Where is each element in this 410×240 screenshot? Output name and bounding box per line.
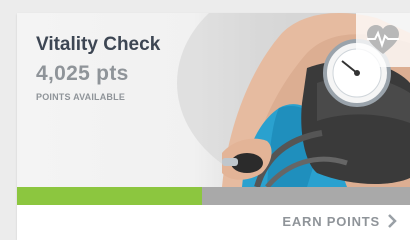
- progress-fill: [17, 187, 202, 205]
- earn-points-label: EARN POINTS: [282, 213, 380, 229]
- earn-points-link[interactable]: EARN POINTS: [282, 213, 398, 229]
- points-value: 4,025 pts: [36, 62, 129, 85]
- card-footer: EARN POINTS: [17, 205, 410, 240]
- hero-image: Vitality Check 4,025 pts POINTS AVAILABL…: [17, 13, 410, 187]
- points-caption: POINTS AVAILABLE: [36, 92, 126, 102]
- progress-bar: [17, 187, 410, 205]
- heart-pulse-icon: [367, 25, 399, 54]
- card-title: Vitality Check: [36, 34, 161, 55]
- vitality-check-card[interactable]: Vitality Check 4,025 pts POINTS AVAILABL…: [17, 13, 410, 240]
- heart-pulse-badge: [356, 13, 410, 67]
- chevron-right-icon: [388, 214, 397, 228]
